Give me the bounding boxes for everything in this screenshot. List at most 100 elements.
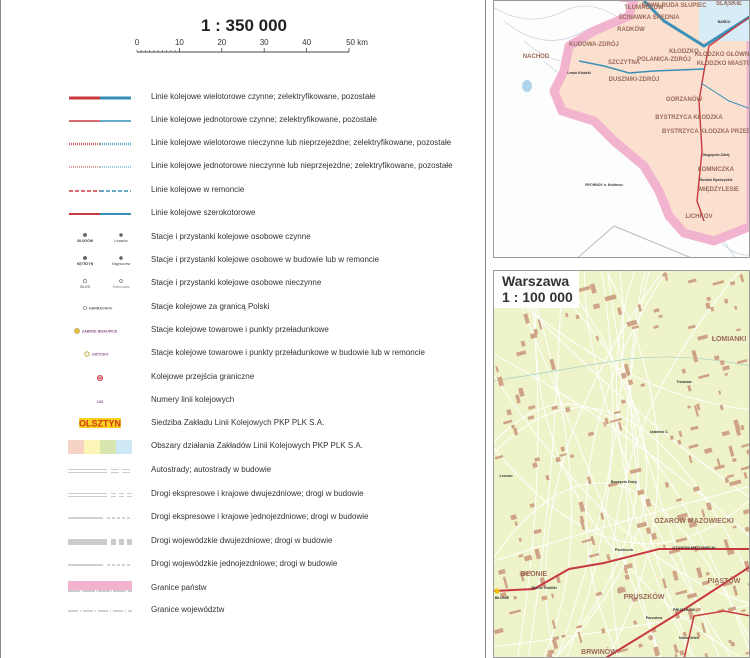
legend-item-label: Linie kolejowe jednotorowe nieczynne lub… xyxy=(151,161,453,170)
legend-item-label: Siedziba Zakładu Linii Kolejowych PKP PL… xyxy=(151,418,325,427)
legend-item-label: Numery linii kolejowych xyxy=(151,395,235,404)
svg-text:Lizawice: Lizawice xyxy=(114,239,127,243)
place-label: Parzniew xyxy=(646,616,663,620)
place-label: DUSZNIKI-ZDRÓJ xyxy=(609,75,660,83)
legend-item-label: Drogi ekspresowe i krajowe dwujezdniowe;… xyxy=(151,489,364,498)
rail-multi-active-symbol xyxy=(69,96,131,100)
svg-text:OLSZTYN: OLSZTYN xyxy=(79,419,121,429)
freight-station-symbol: ZABRZE BISKUPICE xyxy=(74,328,118,334)
legend-item-line-number: 133 Numery linii kolejowych xyxy=(1,391,487,411)
place-label: OŻARÓW MAZOWIECKI xyxy=(654,516,734,525)
legend-item-voivodeship-dual: Drogi wojewódzkie dwujezdniowe; drogi w … xyxy=(1,532,487,552)
place-label: BARDO xyxy=(718,20,731,24)
place-label: Roztoki Bystrzyckie xyxy=(699,178,732,182)
legend-item-label: Kolejowe przejścia graniczne xyxy=(151,372,255,381)
legend-item-rail-single-active: Linie kolejowe jednotorowe czynne; zelek… xyxy=(1,111,487,131)
legend-item-expressway-dual: Drogi ekspresowe i krajowe dwujezdniowe;… xyxy=(1,485,487,505)
place-label: RADKÓW xyxy=(617,25,645,33)
legend-item-rail-single-inactive: Linie kolejowe jednotorowe nieczynne lub… xyxy=(1,157,487,177)
place-label: LICHKOV xyxy=(686,214,713,220)
legend-item-rail-multi-active: Linie kolejowe wielotorowe czynne; zelek… xyxy=(1,88,487,108)
freight-station-construction-symbol: GIŻYCKO xyxy=(84,351,109,357)
place-label: ŁOMIANKI xyxy=(712,336,747,343)
place-label: Nowa Wieś xyxy=(679,636,699,640)
legend-item-rail-repair: Linie kolejowe w remoncie xyxy=(1,181,487,201)
place-label: Lewin Kłodzki xyxy=(567,71,590,75)
scale-tick-label: 40 xyxy=(302,38,312,47)
inset-map-warszawa[interactable]: ŁOMIANKI Truskaw Izabelin C Leszno Borzęcin … xyxy=(493,270,750,658)
scale-tick-label: 30 xyxy=(259,38,269,47)
station-abroad-symbol: HARRACHOV xyxy=(83,306,113,311)
svg-text:ZABRZE BISKUPICE: ZABRZE BISKUPICE xyxy=(82,330,118,334)
legend-item-label: Granice województw xyxy=(151,605,225,614)
place-label: POLANICA-ZDRÓJ xyxy=(637,55,691,63)
rail-single-active-symbol xyxy=(69,120,131,122)
legend-item-label: Linie kolejowe wielotorowe czynne; zelek… xyxy=(151,92,376,101)
place-label: ŚLĄSKIE xyxy=(716,1,742,7)
svg-text:Świerzawa: Świerzawa xyxy=(113,284,130,289)
scale-tick-label: 20 xyxy=(217,38,227,47)
legend-item-label: Stacje kolejowe towarowe i punkty przeła… xyxy=(151,325,329,334)
legend-item-label: Linie kolejowe szerokotorowe xyxy=(151,208,256,217)
legend-item-plk-areas: Obszary działania Zakładów Linii Kolejow… xyxy=(1,437,487,457)
place-label: BYSTRZYCA KŁODZKA xyxy=(655,115,723,121)
place-label: Leszno xyxy=(499,474,513,478)
place-label: ŚCINAWKA ŚREDNIA xyxy=(618,14,680,21)
place-label: SZCZYTNA xyxy=(608,60,641,66)
rail-multi-inactive-symbol xyxy=(69,142,131,146)
border-crossing-symbol xyxy=(97,375,104,381)
legend-item-label: Stacje i przystanki kolejowe osobowe w b… xyxy=(151,255,380,264)
legend-item-station-inactive: WLEŃ Świerzawa Stacje i przystanki kolejow… xyxy=(1,274,487,294)
place-label: KŁODZKO MIASTO xyxy=(697,61,750,67)
legend-item-voivodeship-border: Granice województw xyxy=(1,601,487,621)
place-label: ŁOMNICZKA xyxy=(698,167,735,173)
regional-map-klodzko[interactable]: TŁUMACZÓW ŚCINAWKA ŚREDNIA RADKÓW NOWA RUDA… xyxy=(493,0,750,258)
legend-item-label: Linie kolejowe jednotorowe czynne; zelek… xyxy=(151,115,377,124)
place-label: OŻARÓW MAZOWIECKI xyxy=(672,545,715,550)
scale-title: 1 : 350 000 xyxy=(200,16,287,35)
place-label: RYCHNOV n. Kněžnou xyxy=(585,183,622,187)
scale-tick-label: 50 km xyxy=(346,38,368,47)
legend-item-label: Drogi wojewódzkie jednojezdniowe; drogi … xyxy=(151,559,338,568)
place-label: NOWA RUDA SŁUPIEC xyxy=(642,3,708,9)
place-label: Izabelin C xyxy=(650,430,668,434)
place-label: Płochocin xyxy=(615,548,634,552)
legend-item-voivodeship-single: Drogi wojewódzkie jednojezdniowe; drogi … xyxy=(1,555,487,575)
place-label: MIĘDZYLESIE xyxy=(699,187,739,193)
state-border-symbol xyxy=(68,581,132,592)
legend-item-label: Granice państw xyxy=(151,583,207,592)
legend-item-plk-seat: OLSZTYN Siedziba Zakładu Linii Kolejowych… xyxy=(1,414,487,434)
place-label: Długopole-Zdrój xyxy=(702,153,729,157)
inset-scale: 1 : 100 000 xyxy=(502,289,573,305)
voivodeship-dual-symbol xyxy=(68,539,132,545)
place-label: KUDOWA-ZDRÓJ xyxy=(569,40,619,48)
legend-item-label: Stacje i przystanki kolejowe osobowe nie… xyxy=(151,278,322,287)
legend-item-label: Stacje kolejowe za granicą Polski xyxy=(151,302,270,311)
place-label: PIASTÓW xyxy=(708,576,741,585)
legend-item-label: Drogi wojewódzkie dwujezdniowe; drogi w … xyxy=(151,536,333,545)
plk-seat-symbol: OLSZTYN xyxy=(79,418,121,429)
line-number-symbol: 133 xyxy=(97,399,104,404)
place-label: PRUSZKÓW xyxy=(673,607,696,612)
svg-text:HARRACHOV: HARRACHOV xyxy=(89,307,113,311)
place-label: Błonie Rokitki xyxy=(531,586,556,590)
legend-item-label: Linie kolejowe wielotorowe nieczynne lub… xyxy=(151,138,452,147)
legend-item-freight-station: ZABRZE BISKUPICE Stacje kolejowe towarowe… xyxy=(1,321,487,341)
station-active-symbol: GŁOGÓW Lizawice xyxy=(77,233,128,243)
station-inactive-symbol: WLEŃ Świerzawa xyxy=(80,279,130,289)
svg-text:WLEŃ: WLEŃ xyxy=(80,284,91,289)
inset-title: Warszawa 1 : 100 000 xyxy=(494,271,579,308)
place-label: BŁONIE xyxy=(521,571,548,578)
legend-item-expressway-single: Drogi ekspresowe i krajowe jednojezdniow… xyxy=(1,508,487,528)
legend-item-border-crossing: Kolejowe przejścia graniczne xyxy=(1,368,487,388)
place-label: NACHOD xyxy=(523,54,550,60)
place-label: BŁONIE xyxy=(495,596,510,600)
svg-text:Magnuszew: Magnuszew xyxy=(112,262,131,266)
legend-item-station-abroad: HARRACHOV Stacje kolejowe za granicą Pols… xyxy=(1,298,487,318)
place-label: BRWINÓW xyxy=(581,647,617,656)
legend-item-motorway: Autostrady; autostrady w budowie xyxy=(1,461,487,481)
legend-item-label: Obszary działania Zakładów Linii Kolejow… xyxy=(151,441,363,450)
place-label: GORZANÓW xyxy=(666,95,703,103)
rail-repair-symbol xyxy=(69,190,131,192)
legend-item-rail-broad-gauge: Linie kolejowe szerokotorowe xyxy=(1,204,487,224)
